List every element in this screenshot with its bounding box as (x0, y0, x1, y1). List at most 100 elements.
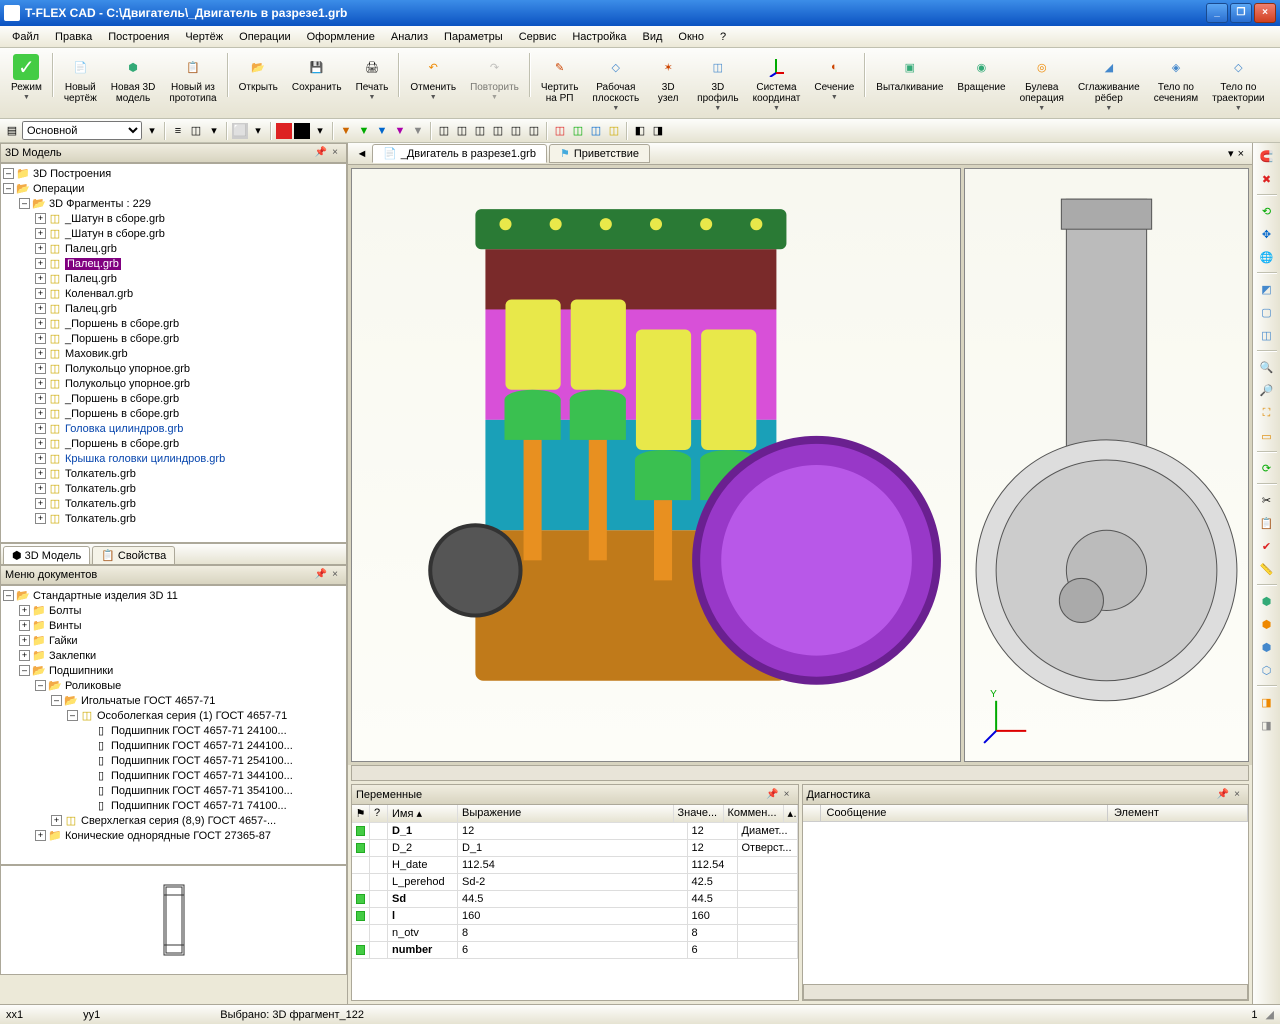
menu-annotate[interactable]: Оформление (299, 29, 383, 45)
zoom-window-icon[interactable]: ▭ (1257, 426, 1277, 446)
layer-selector[interactable]: Основной (22, 121, 142, 140)
comment-col[interactable]: Коммен... (724, 805, 784, 822)
menu-construct[interactable]: Построения (100, 29, 177, 45)
variable-row[interactable]: l160160 (352, 908, 798, 925)
tree-item[interactable]: +◫Палец.grb (3, 271, 344, 286)
menu-setup[interactable]: Настройка (564, 29, 634, 45)
pin-icon[interactable]: 📌 (766, 788, 780, 802)
3d-viewport-color[interactable] (351, 168, 961, 762)
pan-icon[interactable]: ✥ (1257, 224, 1277, 244)
render-4-icon[interactable]: ⬡ (1257, 660, 1277, 680)
cube-render-icon[interactable]: ◨ (1257, 692, 1277, 712)
rotate-icon[interactable]: ⟲ (1257, 201, 1277, 221)
variable-row[interactable]: L_perehodSd-242.5 (352, 874, 798, 891)
check-icon[interactable]: ✔ (1257, 536, 1277, 556)
new-from-proto-button[interactable]: 📋Новый из прототипа (162, 51, 223, 107)
tree-item[interactable]: +◫Полукольцо упорное.grb (3, 361, 344, 376)
resize-grip[interactable]: ◢ (1258, 1008, 1274, 1021)
tree-item[interactable]: +◫_Шатун в сборе.grb (3, 211, 344, 226)
menu-view[interactable]: Вид (635, 29, 671, 45)
edge-icon[interactable]: ▢ (1257, 302, 1277, 322)
menu-service[interactable]: Сервис (511, 29, 565, 45)
library-tree[interactable]: –📂Стандартные изделия 3D 11 +📁Болты +📁Ви… (0, 585, 347, 865)
color-dropdown-2[interactable]: ▾ (312, 123, 328, 139)
tab-close[interactable]: × (1234, 148, 1248, 160)
open-button[interactable]: 📂Открыть (232, 51, 285, 96)
tree-item[interactable]: +◫Полукольцо упорное.grb (3, 376, 344, 391)
render-2-icon[interactable]: ⬢ (1257, 614, 1277, 634)
iso-icon[interactable]: ◫ (1257, 325, 1277, 345)
tab-scroll-left[interactable]: ◄ (352, 148, 372, 160)
mode-button[interactable]: ✓Режим▼ (4, 51, 49, 104)
library-part[interactable]: ▯Подшипник ГОСТ 4657-71 74100... (3, 798, 344, 813)
body-trajectory-button[interactable]: ◇Тело по траектории▼ (1205, 51, 1272, 115)
linetype-icon[interactable]: ≡ (170, 123, 186, 139)
boolean-button[interactable]: ◎Булева операция▼ (1013, 51, 1071, 115)
variable-row[interactable]: H_date112.54112.54 (352, 857, 798, 874)
select-icon-5[interactable]: ◫ (508, 123, 524, 139)
cube-red-icon[interactable]: ◫ (552, 123, 568, 139)
face-icon[interactable]: ◩ (1257, 279, 1277, 299)
tree-item[interactable]: +◫_Поршень в сборе.grb (3, 316, 344, 331)
doc-tab-welcome[interactable]: ⚑Приветствие (549, 144, 650, 163)
material-dropdown[interactable]: ▾ (250, 123, 266, 139)
menu-params[interactable]: Параметры (436, 29, 511, 45)
filter-icon-3[interactable]: ▼ (374, 123, 390, 139)
regen-icon[interactable]: ⟳ (1257, 458, 1277, 478)
close-panel-icon[interactable]: × (1230, 788, 1244, 802)
new-3d-model-button[interactable]: ⬢Новая 3D модель (104, 51, 163, 107)
tree-item[interactable]: +◫Толкатель.grb (3, 466, 344, 481)
library-part[interactable]: ▯Подшипник ГОСТ 4657-71 244100... (3, 738, 344, 753)
variable-row[interactable]: number66 (352, 942, 798, 959)
library-part[interactable]: ▯Подшипник ГОСТ 4657-71 254100... (3, 753, 344, 768)
menu-window[interactable]: Окно (670, 29, 712, 45)
redo-button[interactable]: ↷Повторить▼ (463, 51, 526, 104)
variable-row[interactable]: D_2D_112Отверст... (352, 840, 798, 857)
zoom-in-icon[interactable]: 🔍 (1257, 357, 1277, 377)
tree-item[interactable]: +◫_Поршень в сборе.grb (3, 436, 344, 451)
body-sections-button[interactable]: ◈Тело по сечениям (1147, 51, 1205, 107)
select-icon-3[interactable]: ◫ (472, 123, 488, 139)
pin-icon[interactable]: 📌 (1216, 788, 1230, 802)
section-view-icon[interactable]: 📋 (1257, 513, 1277, 533)
menu-file[interactable]: Файл (4, 29, 47, 45)
diagnostics-body[interactable] (803, 822, 1249, 984)
color-dropdown[interactable]: ▾ (206, 123, 222, 139)
select-icon-1[interactable]: ◫ (436, 123, 452, 139)
material-icon[interactable]: ⬜ (232, 123, 248, 139)
select-icon-6[interactable]: ◫ (526, 123, 542, 139)
tab-properties[interactable]: 📋Свойства (92, 546, 175, 564)
draw-on-wp-button[interactable]: ✎Чертить на РП (534, 51, 586, 107)
clip-icon[interactable]: ✂ (1257, 490, 1277, 510)
tree-item[interactable]: +◫Толкатель.grb (3, 481, 344, 496)
doc-tab-active[interactable]: 📄_Двигатель в разрезе1.grb (372, 144, 547, 163)
tree-item[interactable]: +◫Палец.grb (3, 301, 344, 316)
misc-icon-2[interactable]: ◨ (650, 123, 666, 139)
cube-wire-icon[interactable]: ◨ (1257, 715, 1277, 735)
layers-icon[interactable]: ▤ (4, 123, 20, 139)
viewport-hscroll[interactable] (351, 765, 1249, 781)
render-3-icon[interactable]: ⬢ (1257, 637, 1277, 657)
misc-icon-1[interactable]: ◧ (632, 123, 648, 139)
library-part[interactable]: ▯Подшипник ГОСТ 4657-71 24100... (3, 723, 344, 738)
cube-yellow-icon[interactable]: ◫ (606, 123, 622, 139)
select-icon-4[interactable]: ◫ (490, 123, 506, 139)
tree-item[interactable]: +◫Толкатель.grb (3, 496, 344, 511)
tree-item[interactable]: +◫Головка цилиндров.grb (3, 421, 344, 436)
revolve-button[interactable]: ◉Вращение (950, 51, 1012, 96)
cube-blue-icon[interactable]: ◫ (588, 123, 604, 139)
message-col[interactable]: Сообщение (821, 805, 1109, 821)
measure-icon[interactable]: 📏 (1257, 559, 1277, 579)
save-button[interactable]: 💾Сохранить (285, 51, 349, 96)
maximize-button[interactable]: ❐ (1230, 3, 1252, 23)
expand-icon[interactable]: – (19, 198, 30, 209)
3d-profile-button[interactable]: ◫3D профиль▼ (690, 51, 745, 115)
menu-drawing[interactable]: Чертёж (177, 29, 231, 45)
diag-hscroll[interactable] (803, 984, 1249, 1000)
filter-icon-2[interactable]: ▼ (356, 123, 372, 139)
menu-operations[interactable]: Операции (231, 29, 298, 45)
new-drawing-button[interactable]: 📄Новый чертёж (57, 51, 104, 107)
3d-viewport-wire[interactable]: Y (964, 168, 1249, 762)
tree-item[interactable]: +◫Толкатель.grb (3, 511, 344, 526)
3d-node-button[interactable]: ✶3D узел (646, 51, 690, 107)
